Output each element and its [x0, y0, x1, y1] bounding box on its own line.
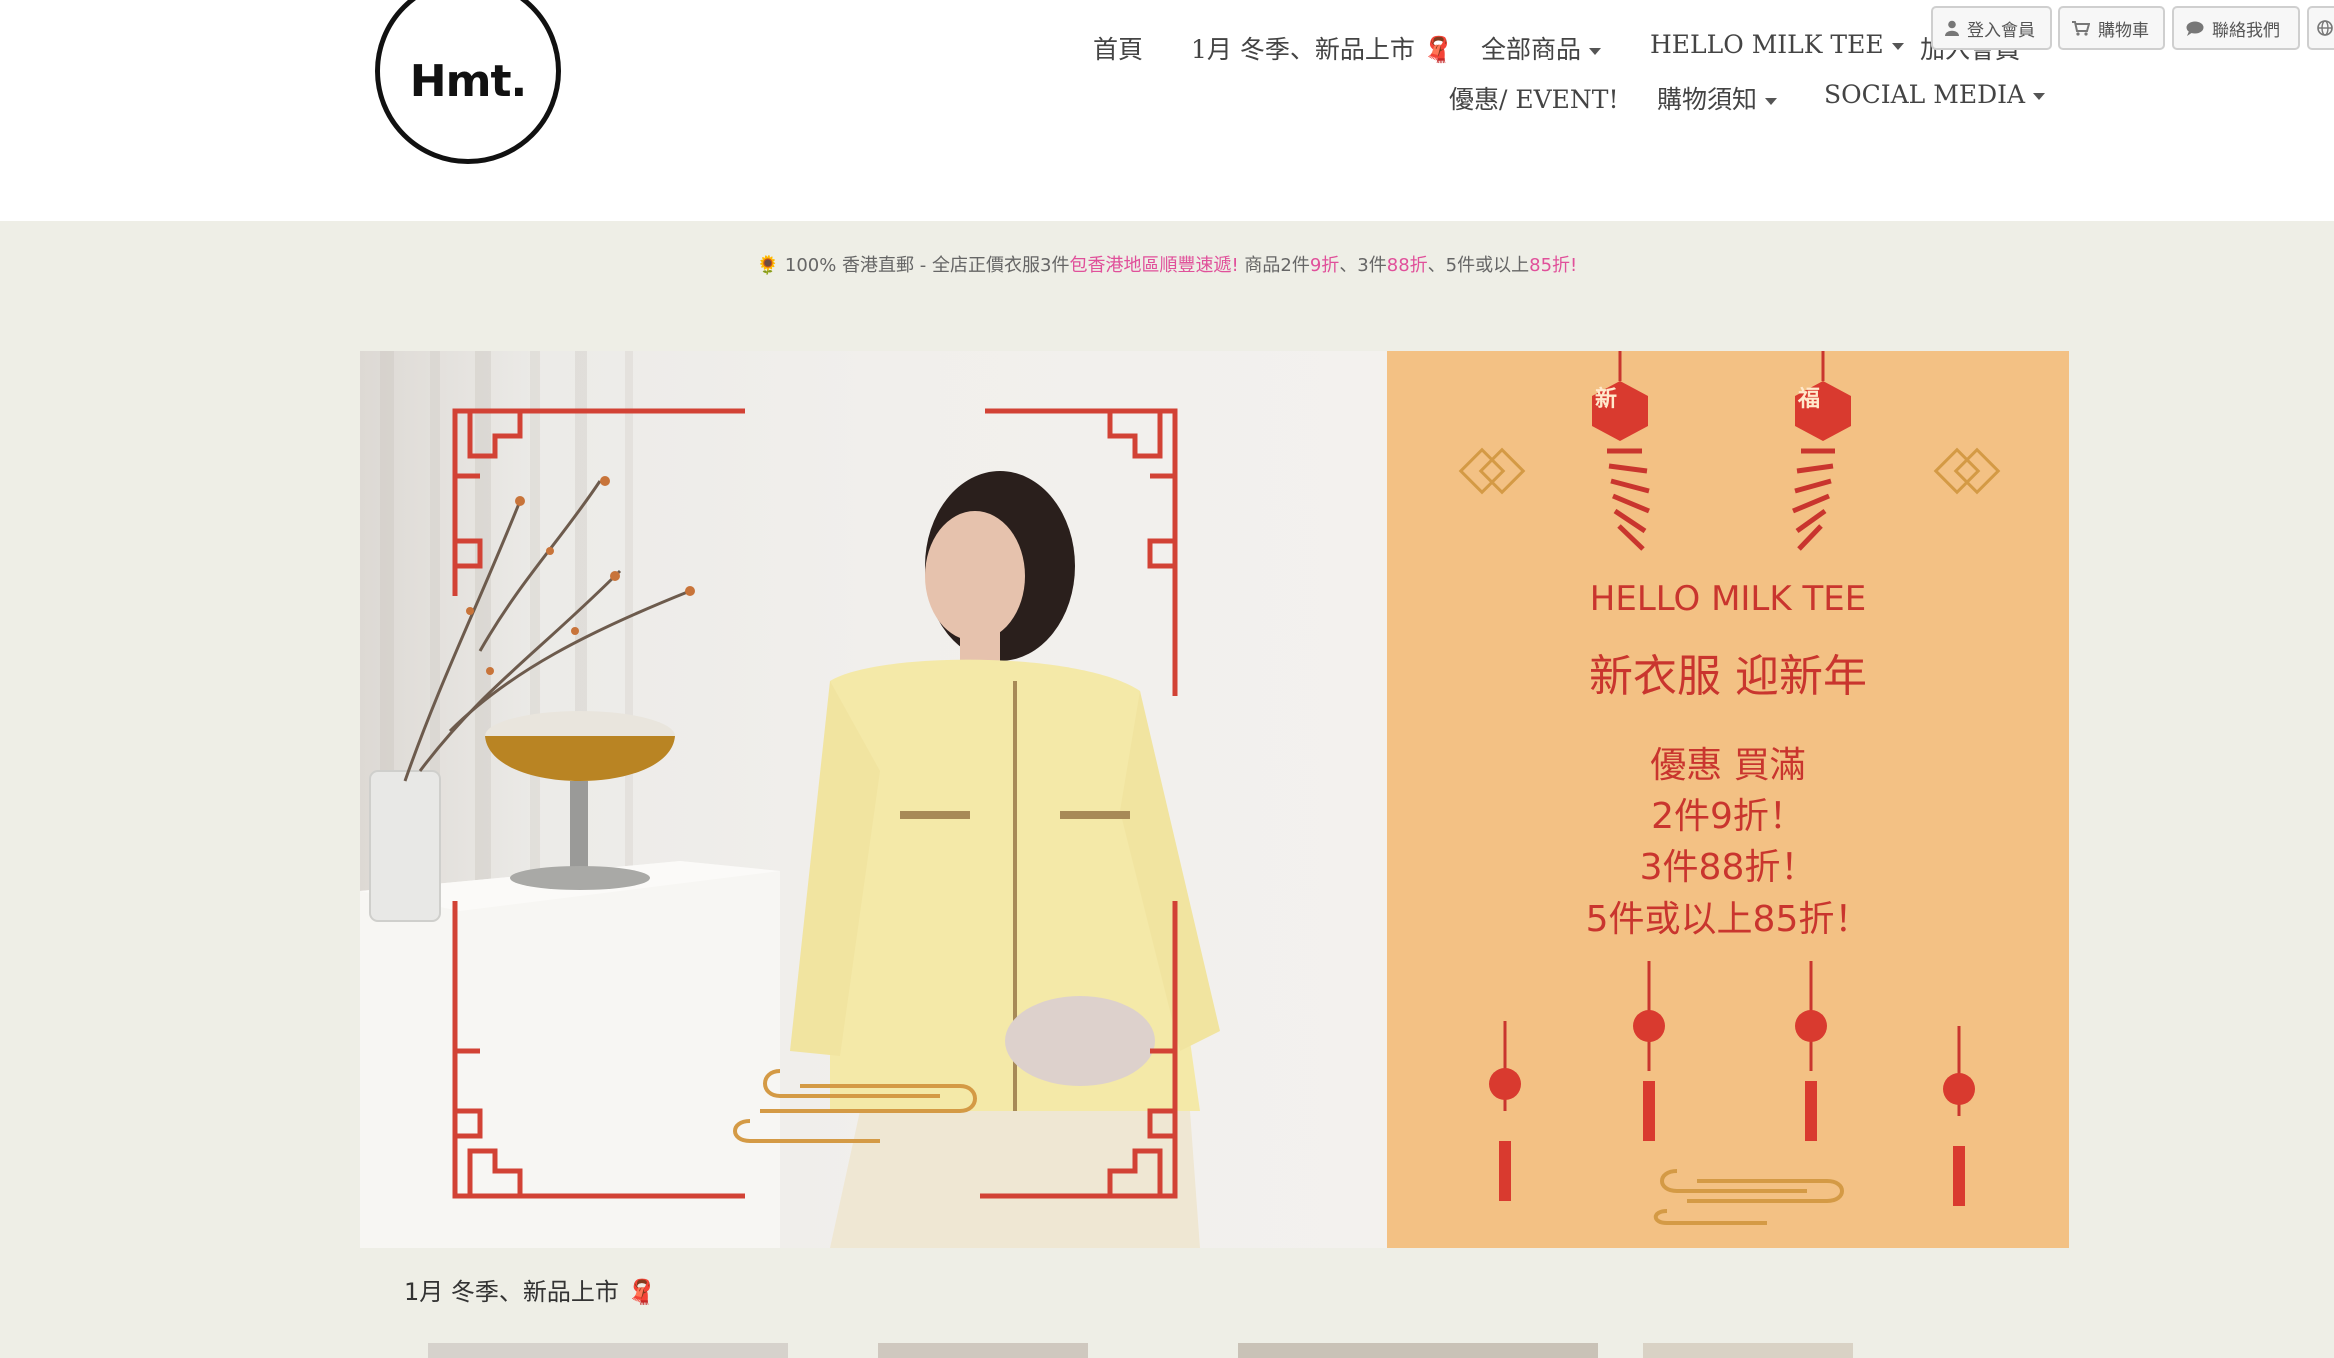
announcement-text: 商品2件: [1238, 255, 1310, 276]
section-title: 1月 冬季、新品上市 🧣: [404, 1278, 657, 1306]
announcement-text: 、5件或以上: [1427, 255, 1530, 276]
offer-line-4: 5件或以上85折！: [1585, 899, 1871, 940]
announcement-highlight: 85折!: [1529, 255, 1578, 276]
nav-item-new-arrivals[interactable]: 1月 冬季、新品上市 🧣: [1191, 30, 1454, 66]
lantern-left-text: 新: [1595, 387, 1618, 412]
announcement-bar: 🌻 100% 香港直郵 - 全店正價衣服3件包香港地區順豐速遞! 商品2件9折、…: [0, 251, 2334, 277]
logo-text: Hmt.: [409, 55, 527, 107]
logo[interactable]: Hmt.: [375, 0, 561, 164]
sunflower-icon: 🌻: [756, 255, 780, 276]
contact-label: 聯絡我們: [2212, 20, 2280, 41]
nav-label: 1月 冬季、新品上市 🧣: [1191, 35, 1454, 64]
banner-photo: [360, 351, 1387, 1248]
nav-item-offers-event[interactable]: 優惠/ EVENT!: [1449, 80, 1619, 116]
nav-label: HELLO MILK TEE: [1650, 30, 1884, 59]
login-label: 登入會員: [1967, 20, 2035, 41]
product-thumbnail[interactable]: [878, 1343, 1088, 1358]
globe-icon: [2317, 20, 2333, 36]
caret-down-icon: [2033, 93, 2046, 100]
announcement-highlight: 88折: [1386, 255, 1428, 276]
lantern-right-text: 福: [1798, 387, 1821, 412]
banner-brand-line: HELLO MILK TEE: [1589, 579, 1867, 619]
announcement-highlight: 9折: [1309, 255, 1340, 276]
product-thumbnail[interactable]: [428, 1343, 788, 1358]
nav-label: 優惠/ EVENT!: [1449, 85, 1619, 114]
offer-line-2: 2件9折！: [1651, 796, 1805, 837]
nav-item-home[interactable]: 首頁: [1093, 30, 1143, 66]
promo-panel: 新 福 HELLO MILK TEE 新衣服 迎新年 優惠 買滿 2件9折！ 3…: [1387, 351, 2069, 1248]
cart-label: 購物車: [2098, 20, 2149, 41]
announcement-highlight: 包香港地區順豐速遞!: [1069, 255, 1239, 276]
nav-item-all-products[interactable]: 全部商品: [1481, 30, 1602, 66]
nav-item-shopping-info[interactable]: 購物須知: [1657, 80, 1778, 116]
language-button[interactable]: [2307, 6, 2334, 50]
nav-label: 全部商品: [1481, 35, 1582, 64]
nav-label: 購物須知: [1657, 85, 1758, 114]
nav-label: 首頁: [1093, 35, 1144, 64]
banner-headline: 新衣服 迎新年: [1589, 651, 1867, 702]
chat-bubble-icon: [2186, 21, 2204, 36]
user-icon: [1945, 20, 1959, 36]
nav-item-hello-milk-tee[interactable]: HELLO MILK TEE: [1650, 30, 1904, 59]
caret-down-icon: [1589, 48, 1602, 55]
site-header: Hmt. 首頁 1月 冬季、新品上市 🧣 全部商品 HELLO MILK TEE…: [0, 0, 2334, 221]
product-thumbnail[interactable]: [1238, 1343, 1598, 1358]
announcement-text: 、3件: [1339, 255, 1387, 276]
contact-button[interactable]: 聯絡我們: [2172, 6, 2300, 50]
nav-item-social-media[interactable]: SOCIAL MEDIA: [1824, 80, 2046, 109]
caret-down-icon: [1765, 98, 1778, 105]
announcement-text: 100% 香港直郵 - 全店正價衣服3件: [779, 255, 1070, 276]
product-thumbnail[interactable]: [1643, 1343, 1853, 1358]
nav-label: SOCIAL MEDIA: [1824, 80, 2026, 109]
cart-button[interactable]: 購物車: [2058, 6, 2165, 50]
offer-line-1: 優惠 買滿: [1650, 745, 1806, 786]
model-photo-illustration: [360, 351, 1220, 1248]
offer-line-3: 3件88折！: [1639, 847, 1817, 888]
hero-banner[interactable]: 新 福 HELLO MILK TEE 新衣服 迎新年 優惠 買滿 2件9折！ 3…: [360, 351, 2069, 1248]
login-button[interactable]: 登入會員: [1931, 6, 2052, 50]
caret-down-icon: [1891, 43, 1904, 50]
cart-icon: [2072, 20, 2090, 36]
